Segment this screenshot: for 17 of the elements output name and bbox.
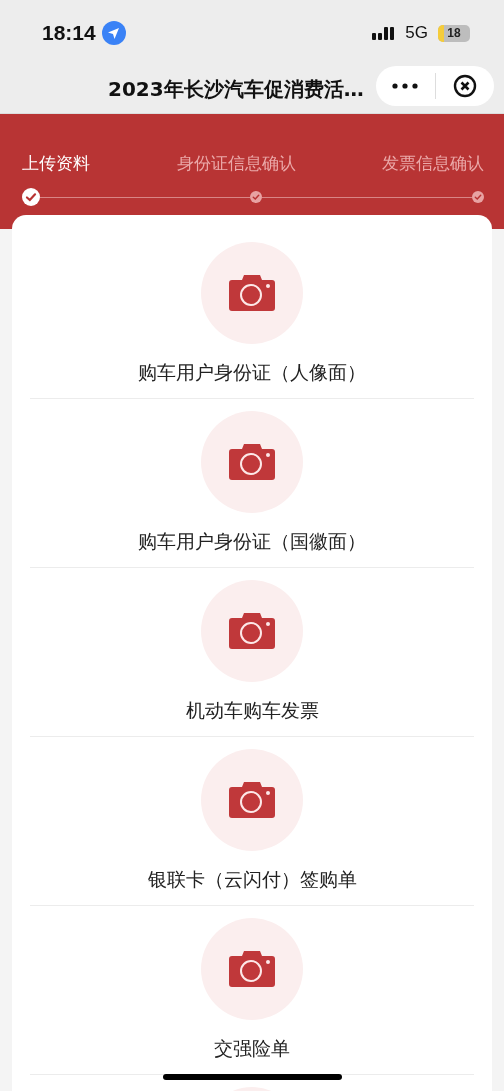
- camera-icon: [229, 782, 275, 818]
- network-label: 5G: [405, 23, 428, 43]
- camera-icon: [229, 613, 275, 649]
- step-label: 上传资料: [22, 153, 90, 173]
- camera-icon: [229, 444, 275, 480]
- step-label: 身份证信息确认: [176, 153, 296, 173]
- step-label: 发票信息确认: [382, 153, 484, 173]
- battery-icon: 18: [438, 24, 470, 42]
- upload-label: 购车用户身份证（国徽面）: [138, 529, 366, 554]
- upload-label: 交强险单: [214, 1036, 290, 1061]
- upload-label: 机动车购车发票: [185, 698, 319, 723]
- status-time: 18:14: [42, 21, 96, 45]
- page-title: 2023年长沙汽车促消费活…: [108, 76, 364, 103]
- upload-label: 银联卡（云闪付）签购单: [147, 867, 357, 892]
- camera-icon: [229, 951, 275, 987]
- upload-label: 购车用户身份证（人像面）: [138, 360, 366, 385]
- camera-icon: [229, 275, 275, 311]
